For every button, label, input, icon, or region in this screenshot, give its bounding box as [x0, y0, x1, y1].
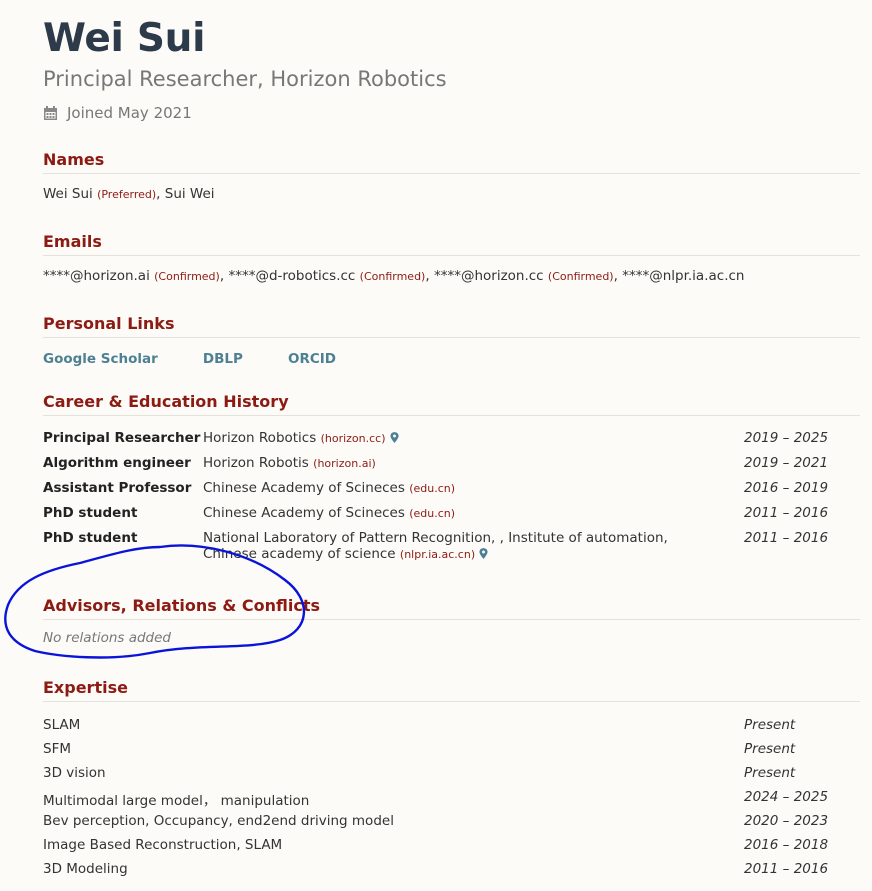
- relations-heading: Advisors, Relations & Conflicts: [43, 596, 860, 620]
- history-institution: Chinese Academy of Scineces (edu.cn): [203, 505, 456, 521]
- institution-domain-link[interactable]: (edu.cn): [409, 482, 455, 495]
- google-scholar-link[interactable]: Google Scholar: [43, 351, 158, 367]
- names-heading: Names: [43, 150, 860, 174]
- expertise-row: Image Based Reconstruction, SLAM 2016 – 2…: [43, 837, 860, 861]
- email-item: ****@d-robotics.cc: [228, 268, 356, 284]
- names-section: Names Wei Sui (Preferred), Sui Wei: [43, 150, 860, 202]
- email-item: ****@nlpr.ia.ac.cn: [622, 268, 745, 284]
- history-years: 2011 – 2016: [744, 530, 829, 546]
- links-heading: Personal Links: [43, 314, 860, 338]
- expertise-years: Present: [744, 765, 796, 781]
- confirmed-tag: (Confirmed): [359, 270, 426, 283]
- expertise-years: 2024 – 2025: [744, 789, 829, 805]
- expertise-list: SLAM Present SFM Present 3D vision Present …: [43, 717, 860, 885]
- expertise-row: 3D Modeling 2011 – 2016: [43, 861, 860, 885]
- expertise-topic: 3D Modeling: [43, 861, 128, 877]
- emails-list: ****@horizon.ai (Confirmed), ****@d-robo…: [43, 268, 745, 284]
- history-list: Principal Researcher Horizon Robotics (h…: [43, 430, 860, 566]
- expertise-section: Expertise SLAM Present SFM Present 3D visi…: [43, 678, 860, 885]
- expertise-row: Multimodal large model， manipulation 2024…: [43, 789, 860, 813]
- history-row: Assistant Professor Chinese Academy of S…: [43, 480, 860, 505]
- expertise-row: SLAM Present: [43, 717, 860, 741]
- history-row: PhD student Chinese Academy of Scineces …: [43, 505, 860, 530]
- history-position: Algorithm engineer: [43, 455, 191, 471]
- dblp-link[interactable]: DBLP: [203, 351, 243, 367]
- email-item: ****@horizon.ai: [43, 268, 150, 284]
- expertise-years: 2011 – 2016: [744, 861, 829, 877]
- expertise-years: Present: [744, 741, 796, 757]
- calendar-icon: [43, 105, 59, 121]
- joined-date: Joined May 2021: [43, 104, 192, 122]
- expertise-topic: Multimodal large model， manipulation: [43, 793, 310, 809]
- history-years: 2016 – 2019: [744, 480, 829, 496]
- name-other: Sui Wei: [164, 186, 215, 202]
- expertise-topic: SLAM: [43, 717, 81, 733]
- no-relations-text: No relations added: [43, 630, 171, 646]
- names-list: Wei Sui (Preferred), Sui Wei: [43, 186, 860, 202]
- profile-name: Wei Sui: [43, 16, 206, 61]
- joined-text: Joined May 2021: [67, 104, 192, 122]
- links-section: Personal Links Google Scholar DBLP ORCID: [43, 314, 860, 367]
- history-row: Principal Researcher Horizon Robotics (h…: [43, 430, 860, 455]
- expertise-topic: 3D vision: [43, 765, 106, 781]
- history-institution: Horizon Robotics (horizon.cc): [203, 430, 723, 447]
- orcid-link[interactable]: ORCID: [288, 351, 336, 367]
- institution-domain-link[interactable]: (horizon.ai): [313, 457, 376, 470]
- expertise-years: Present: [744, 717, 796, 733]
- institution-domain-link[interactable]: (nlpr.ia.ac.cn): [400, 548, 475, 561]
- expertise-years: 2016 – 2018: [744, 837, 829, 853]
- map-pin-icon[interactable]: [389, 432, 399, 443]
- history-institution: Horizon Robotis (horizon.ai): [203, 455, 376, 471]
- relations-section: Advisors, Relations & Conflicts No relat…: [43, 596, 860, 646]
- emails-section: Emails ****@horizon.ai (Confirmed), ****…: [43, 232, 860, 284]
- preferred-tag: (Preferred): [97, 188, 157, 201]
- profile-title: Principal Researcher, Horizon Robotics: [43, 67, 447, 91]
- name-separator: ,: [156, 186, 165, 202]
- institution-domain-link[interactable]: (edu.cn): [409, 507, 455, 520]
- expertise-topic: SFM: [43, 741, 71, 757]
- history-position: Principal Researcher: [43, 430, 201, 446]
- history-institution: National Laboratory of Pattern Recogniti…: [203, 530, 668, 562]
- expertise-topic: Image Based Reconstruction, SLAM: [43, 837, 283, 853]
- email-item: ****@horizon.cc: [433, 268, 544, 284]
- history-position: PhD student: [43, 530, 138, 546]
- confirmed-tag: (Confirmed): [154, 270, 220, 283]
- emails-heading: Emails: [43, 232, 860, 256]
- name-primary: Wei Sui: [43, 186, 93, 202]
- links-list: Google Scholar DBLP ORCID: [43, 348, 860, 367]
- history-years: 2019 – 2025: [744, 430, 829, 446]
- history-years: 2019 – 2021: [744, 455, 829, 471]
- history-section: Career & Education History Principal Res…: [43, 392, 860, 566]
- history-heading: Career & Education History: [43, 392, 860, 416]
- history-position: Assistant Professor: [43, 480, 192, 496]
- history-position: PhD student: [43, 505, 138, 521]
- expertise-row: SFM Present: [43, 741, 860, 765]
- expertise-years: 2020 – 2023: [744, 813, 829, 829]
- expertise-row: Bev perception, Occupancy, end2end drivi…: [43, 813, 860, 837]
- expertise-row: 3D vision Present: [43, 765, 860, 789]
- institution-domain-link[interactable]: (horizon.cc): [321, 432, 386, 445]
- expertise-topic: Bev perception, Occupancy, end2end drivi…: [43, 813, 394, 829]
- history-row: Algorithm engineer Horizon Robotis (hori…: [43, 455, 860, 480]
- confirmed-tag: (Confirmed): [547, 270, 614, 283]
- history-years: 2011 – 2016: [744, 505, 829, 521]
- expertise-heading: Expertise: [43, 678, 860, 702]
- history-institution: Chinese Academy of Scineces (edu.cn): [203, 480, 456, 496]
- history-row: PhD student National Laboratory of Patte…: [43, 530, 860, 566]
- map-pin-icon[interactable]: [479, 548, 488, 559]
